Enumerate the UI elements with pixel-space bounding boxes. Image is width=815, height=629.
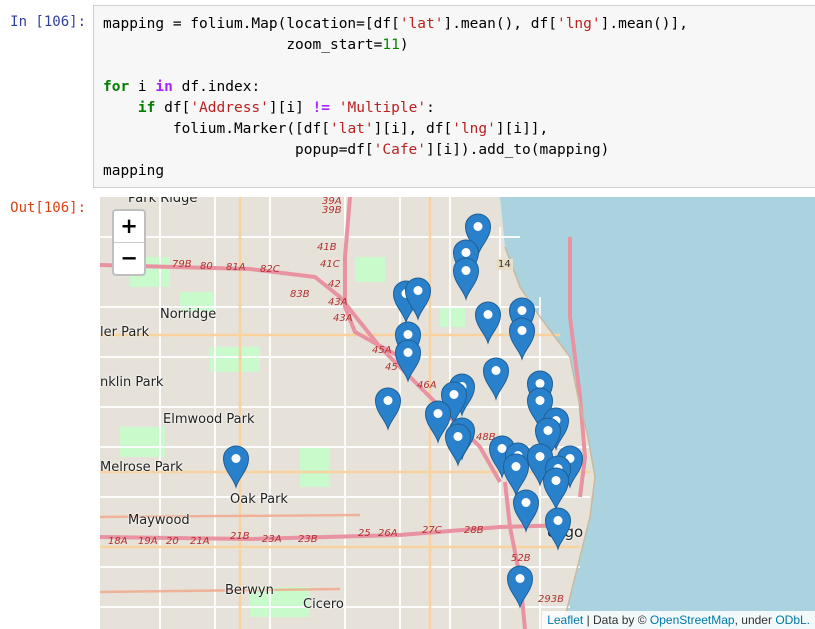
- map-marker-icon[interactable]: [512, 489, 540, 533]
- leaflet-map[interactable]: Park Ridge Norridge ler Park nklin Park …: [100, 197, 815, 629]
- map-attribution: Leaflet | Data by © OpenStreetMap, under…: [542, 611, 815, 629]
- map-marker-icon[interactable]: [374, 387, 402, 431]
- input-prompt: In [106]:: [10, 14, 86, 30]
- code-line-4: for i in df.index:: [103, 79, 261, 95]
- attribution-text: | Data by ©: [583, 613, 650, 627]
- map-marker-icon[interactable]: [444, 423, 472, 467]
- markers-layer: [222, 213, 584, 609]
- zoom-in-button[interactable]: +: [114, 211, 144, 243]
- map-marker-icon[interactable]: [508, 317, 536, 361]
- code-line-1: mapping = folium.Map(location=[df['lat']…: [103, 16, 688, 32]
- map-marker-icon[interactable]: [452, 257, 480, 301]
- zoom-control: + −: [112, 209, 146, 276]
- map-marker-icon[interactable]: [482, 357, 510, 401]
- map-marker-icon[interactable]: [544, 507, 572, 551]
- map-marker-icon[interactable]: [474, 301, 502, 345]
- output-prompt: Out[106]:: [10, 200, 86, 216]
- odbl-link[interactable]: ODbL.: [775, 613, 810, 627]
- map-marker-icon[interactable]: [222, 445, 250, 489]
- code-line-6: folium.Marker([df['lat'][i], df['lng'][i…: [103, 121, 549, 137]
- zoom-out-button[interactable]: −: [114, 243, 144, 274]
- code-editor[interactable]: mapping = folium.Map(location=[df['lat']…: [103, 14, 688, 182]
- map-marker-icon[interactable]: [394, 339, 422, 383]
- leaflet-link[interactable]: Leaflet: [547, 613, 583, 627]
- code-line-5: if df['Address'][i] != 'Multiple':: [137, 100, 435, 116]
- map-marker-icon[interactable]: [542, 467, 570, 511]
- attribution-text: , under: [734, 613, 776, 627]
- map-marker-icon[interactable]: [502, 453, 530, 497]
- code-line-2: zoom_start=11): [103, 37, 409, 53]
- code-cell[interactable]: mapping = folium.Map(location=[df['lat']…: [93, 5, 815, 188]
- openstreetmap-link[interactable]: OpenStreetMap: [650, 613, 735, 627]
- map-marker-icon[interactable]: [506, 565, 534, 609]
- code-line-8: mapping: [103, 163, 165, 179]
- code-line-7: popup=df['Cafe'][i]).add_to(mapping): [103, 142, 610, 158]
